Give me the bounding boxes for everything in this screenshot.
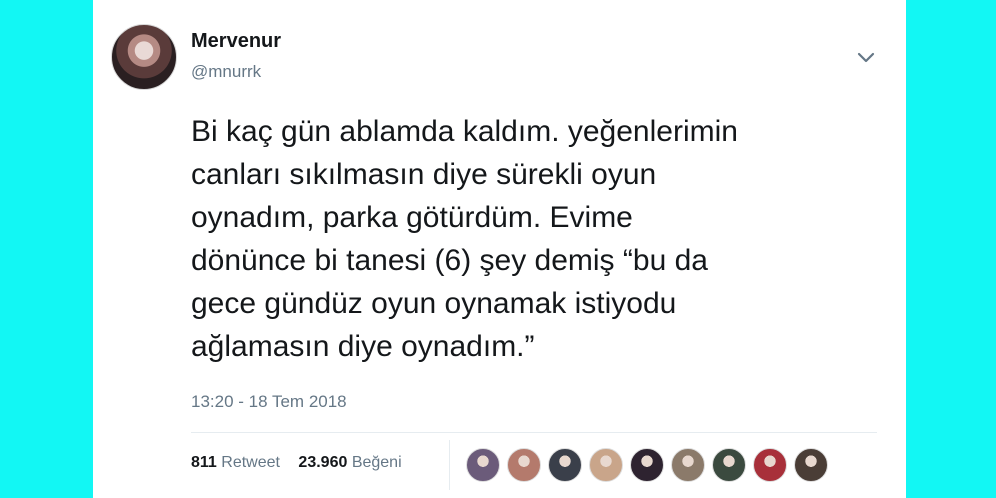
chevron-down-icon[interactable] (856, 50, 876, 64)
divider (191, 432, 877, 433)
liker-avatar[interactable] (548, 448, 582, 482)
retweets-label: Retweet (221, 454, 280, 471)
retweets-stat[interactable]: 811 Retweet (191, 454, 280, 471)
tweet-stats: 811 Retweet 23.960 Beğeni (191, 454, 416, 472)
liker-avatar[interactable] (507, 448, 541, 482)
liker-avatar[interactable] (671, 448, 705, 482)
liker-avatar[interactable] (712, 448, 746, 482)
retweets-count: 811 (191, 454, 217, 471)
author-name[interactable]: Mervenur (191, 30, 281, 53)
tweet-timestamp[interactable]: 13:20 - 18 Tem 2018 (191, 392, 347, 412)
author-handle[interactable]: @mnurrk (191, 62, 261, 82)
liker-avatar[interactable] (794, 448, 828, 482)
liker-avatar[interactable] (589, 448, 623, 482)
liker-avatar[interactable] (466, 448, 500, 482)
likes-count: 23.960 (298, 454, 348, 471)
liker-avatar[interactable] (630, 448, 664, 482)
tweet-text: Bi kaç gün ablamda kaldım. yeğenlerimin … (191, 115, 738, 363)
liker-avatar[interactable] (753, 448, 787, 482)
likers-avatars (466, 448, 835, 482)
likes-label: Beğeni (351, 454, 402, 471)
stats-separator (449, 440, 450, 490)
likes-stat[interactable]: 23.960 Beğeni (298, 454, 401, 471)
tweet-card: Mervenur @mnurrk Bi kaç gün ablamda kald… (93, 0, 906, 498)
author-avatar[interactable] (111, 24, 177, 90)
